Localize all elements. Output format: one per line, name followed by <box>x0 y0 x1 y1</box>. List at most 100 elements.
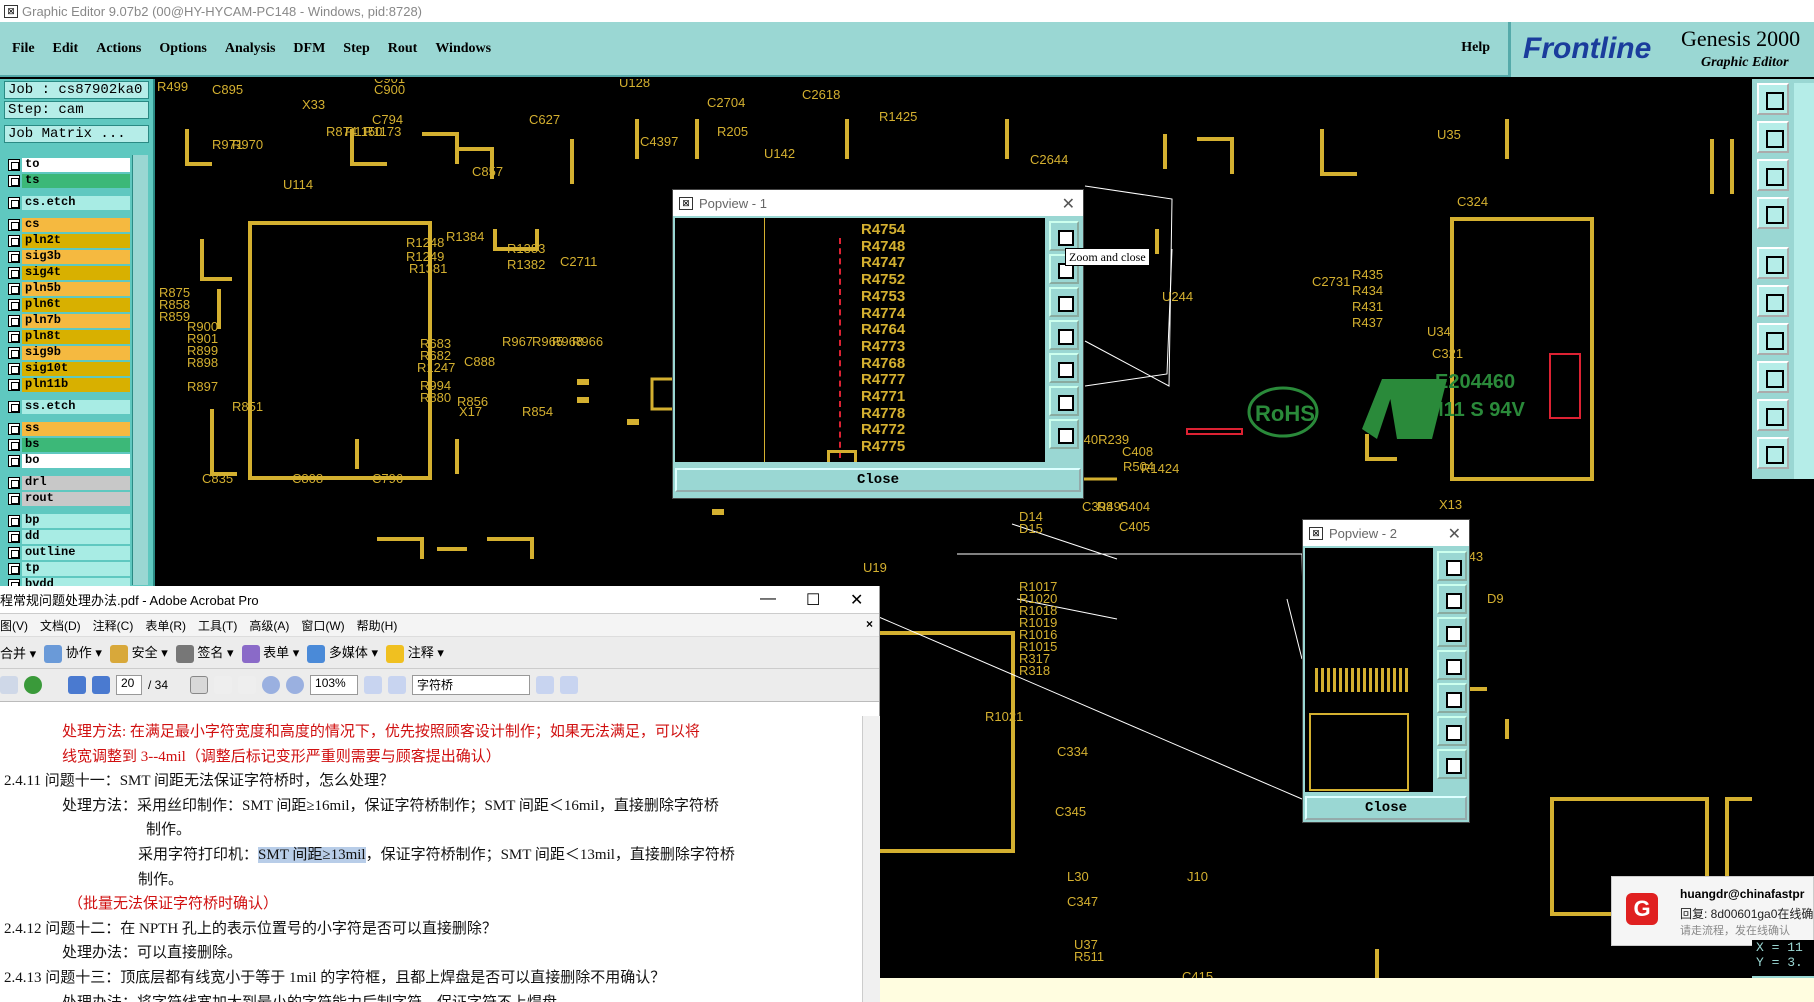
layer-name[interactable]: pln2t <box>22 234 130 248</box>
popview-1-close-button[interactable]: Close <box>675 468 1081 492</box>
find-prev-icon[interactable] <box>536 676 555 694</box>
tool-1-button[interactable] <box>1757 83 1789 115</box>
layer-name[interactable]: drl <box>22 476 130 490</box>
layer-name[interactable]: bo <box>22 454 130 468</box>
layer-name[interactable]: sig3b <box>22 250 130 264</box>
layer-checkbox[interactable] <box>8 283 20 295</box>
move-button[interactable] <box>1049 419 1079 449</box>
zoom-out-button[interactable] <box>1049 287 1079 317</box>
layer-checkbox[interactable] <box>8 235 20 247</box>
close-icon[interactable]: ✕ <box>1448 524 1461 544</box>
layer-row[interactable]: pln5b <box>4 281 130 297</box>
layer-checkbox[interactable] <box>8 197 20 209</box>
fit-button[interactable] <box>1437 683 1467 713</box>
layer-checkbox[interactable] <box>8 219 20 231</box>
menu-help[interactable]: Help <box>1461 40 1490 56</box>
acro-menu-document[interactable]: 文档(D) <box>40 617 81 634</box>
layer-name[interactable]: sig9b <box>22 346 130 360</box>
layer-checkbox[interactable] <box>8 159 20 171</box>
menu-edit[interactable]: Edit <box>53 41 79 57</box>
layer-name[interactable]: outline <box>22 546 130 560</box>
zoom-out-icon[interactable] <box>262 676 281 694</box>
close-doc-icon[interactable]: × <box>866 617 873 631</box>
prev-page-icon[interactable] <box>68 676 86 694</box>
layer-name[interactable]: tp <box>22 562 130 576</box>
secure-button[interactable]: 安全 ▾ <box>109 642 168 663</box>
chat-notification[interactable]: G huangdr@chinafastpr 回复: 8d00601ga0在线确 … <box>1611 876 1814 946</box>
layer-checkbox[interactable] <box>8 547 20 559</box>
layer-checkbox[interactable] <box>8 455 20 467</box>
popview-2-close-button[interactable]: Close <box>1305 796 1467 820</box>
layer-checkbox[interactable] <box>8 251 20 263</box>
acro-menu-advanced[interactable]: 高级(A) <box>249 617 289 634</box>
acro-menu-help[interactable]: 帮助(H) <box>357 617 398 634</box>
layer-checkbox[interactable] <box>8 315 20 327</box>
layer-checkbox[interactable] <box>8 347 20 359</box>
layer-checkbox[interactable] <box>8 175 20 187</box>
tool-4-button[interactable] <box>1757 197 1789 229</box>
zoom-out-button[interactable] <box>1437 617 1467 647</box>
layer-checkbox[interactable] <box>8 379 20 391</box>
minimize-icon[interactable]: — <box>760 590 776 608</box>
layer-name[interactable]: pln8t <box>22 330 130 344</box>
layer-name[interactable]: pln11b <box>22 378 130 392</box>
layer-checkbox[interactable] <box>8 439 20 451</box>
comment-button[interactable]: 注释 ▾ <box>386 642 444 663</box>
maximize-icon[interactable]: ☐ <box>806 590 820 610</box>
fit-button[interactable] <box>1049 353 1079 383</box>
globe-icon[interactable] <box>24 676 42 694</box>
popview-1-view[interactable]: R4754 R4748 R4747 R4752 R4753 R4774 R4764 R4773… <box>675 218 1045 462</box>
layer-row[interactable]: sig9b <box>4 345 130 361</box>
layer-name[interactable]: ss.etch <box>22 400 130 414</box>
sign-button[interactable]: 签名 ▾ <box>175 642 234 663</box>
zoom-home-button[interactable] <box>1049 386 1079 416</box>
pdf-highlighted-text[interactable]: SMT 间距≥13mil <box>258 847 366 863</box>
collaborate-button[interactable]: 协作 ▾ <box>44 642 102 663</box>
layer-row[interactable]: outline <box>4 545 130 561</box>
layer-name[interactable]: ts <box>22 174 130 188</box>
menu-actions[interactable]: Actions <box>96 41 141 57</box>
tool-7-button[interactable] <box>1757 323 1789 355</box>
pan-button[interactable] <box>1049 320 1079 350</box>
menu-step[interactable]: Step <box>343 41 369 57</box>
layer-row[interactable]: to <box>4 157 130 173</box>
layer-checkbox[interactable] <box>8 267 20 279</box>
layer-name[interactable]: bs <box>22 438 130 452</box>
layer-row[interactable]: bo <box>4 453 130 469</box>
layer-name[interactable]: cs <box>22 218 130 232</box>
popview-2-view[interactable] <box>1305 548 1433 792</box>
pdf-document-view[interactable]: 处理方法: 在满足最小字符宽度和高度的情况下，优先按照顾客设计制作；如果无法满足… <box>0 716 862 1002</box>
layer-checkbox[interactable] <box>8 299 20 311</box>
layer-name[interactable]: to <box>22 158 130 172</box>
layer-row[interactable]: bs <box>4 437 130 453</box>
layer-row[interactable]: sig10t <box>4 361 130 377</box>
select-tool-icon[interactable] <box>190 676 209 694</box>
pdf-scrollbar[interactable] <box>862 716 880 1002</box>
acro-menu-comments[interactable]: 注释(C) <box>93 617 134 634</box>
job-matrix-button[interactable]: Job Matrix ... <box>4 125 149 143</box>
layer-name[interactable]: sig10t <box>22 362 130 376</box>
layer-checkbox[interactable] <box>8 493 20 505</box>
menu-analysis[interactable]: Analysis <box>225 41 276 57</box>
layer-row[interactable]: pln7b <box>4 313 130 329</box>
layer-checkbox[interactable] <box>8 423 20 435</box>
layer-checkbox[interactable] <box>8 515 20 527</box>
layer-checkbox[interactable] <box>8 401 20 413</box>
tool-9-button[interactable] <box>1757 399 1789 431</box>
layer-checkbox[interactable] <box>8 363 20 375</box>
find-next-icon[interactable] <box>560 676 579 694</box>
tool-5-button[interactable] <box>1757 247 1789 279</box>
layer-scrollbar[interactable] <box>132 155 148 585</box>
tool-2-button[interactable] <box>1757 121 1789 153</box>
layer-name[interactable]: pln7b <box>22 314 130 328</box>
menu-windows[interactable]: Windows <box>435 41 491 57</box>
menu-options[interactable]: Options <box>159 41 206 57</box>
page-number-input[interactable]: 20 <box>116 675 142 695</box>
layer-row[interactable]: pln6t <box>4 297 130 313</box>
fit-width-icon[interactable] <box>388 676 407 694</box>
fit-page-icon[interactable] <box>364 676 383 694</box>
close-icon[interactable]: ✕ <box>1062 194 1075 214</box>
menu-rout[interactable]: Rout <box>388 41 418 57</box>
layer-row[interactable]: ss <box>4 421 130 437</box>
menu-dfm[interactable]: DFM <box>293 41 325 57</box>
